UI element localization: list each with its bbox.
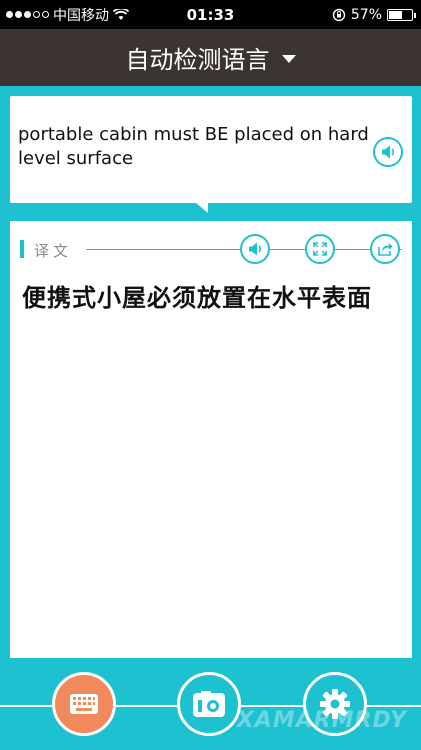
orientation-lock-icon <box>332 8 346 21</box>
speak-source-button[interactable] <box>373 137 403 167</box>
status-right: 57% <box>332 6 416 23</box>
battery-percent: 57% <box>350 6 382 23</box>
source-text[interactable]: portable cabin must BE placed on hard le… <box>18 123 373 171</box>
status-time: 01:33 <box>186 5 235 24</box>
source-card[interactable]: portable cabin must BE placed on hard le… <box>10 96 412 203</box>
speaker-icon <box>249 242 262 256</box>
carrier-name: 中国移动 <box>53 7 109 24</box>
speak-result-button[interactable] <box>240 234 270 264</box>
wifi-icon <box>113 8 129 20</box>
keyboard-icon <box>70 694 98 714</box>
fullscreen-icon <box>313 242 327 256</box>
camera-icon <box>193 691 225 717</box>
battery-icon <box>387 8 416 21</box>
share-icon <box>378 243 393 256</box>
share-button[interactable] <box>370 234 400 264</box>
status-left: 中国移动 <box>6 5 129 25</box>
result-accent-bar <box>20 240 24 258</box>
camera-button[interactable] <box>177 672 241 736</box>
keyboard-button[interactable] <box>52 672 116 736</box>
result-label: 译文 <box>34 242 73 260</box>
language-selector-label: 自动检测语言 <box>125 46 270 74</box>
bubble-tail <box>196 203 208 213</box>
result-header: 译文 <box>20 234 402 264</box>
language-selector[interactable]: 自动检测语言 <box>0 29 421 86</box>
fullscreen-button[interactable] <box>305 234 335 264</box>
result-card: 译文 便携式小屋必须放置在水平表面 <box>10 221 412 658</box>
translation-text[interactable]: 便携式小屋必须放置在水平表面 <box>22 278 402 313</box>
dropdown-caret-icon <box>281 55 296 63</box>
signal-strength-icon <box>6 11 49 18</box>
speaker-icon <box>382 145 395 159</box>
status-bar: 中国移动 01:33 57% <box>0 0 421 29</box>
watermark: XAMARMRDY <box>236 708 407 733</box>
